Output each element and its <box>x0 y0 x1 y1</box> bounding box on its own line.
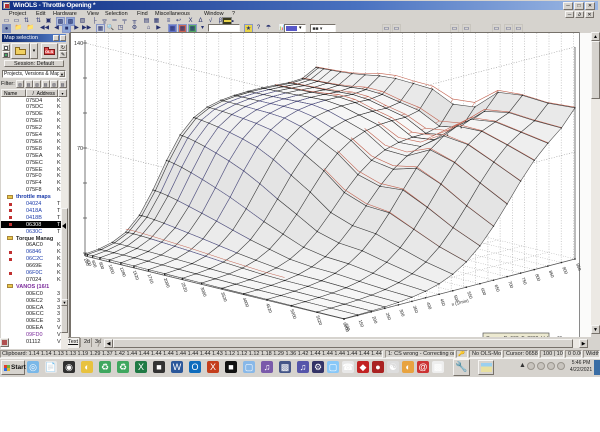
svg-text:950: 950 <box>575 263 582 272</box>
svg-text:150: 150 <box>358 319 365 328</box>
svg-text:140: 140 <box>74 41 83 47</box>
svg-text:200: 200 <box>371 316 378 325</box>
svg-text:3520: 3520 <box>220 291 228 302</box>
svg-text:2520: 2520 <box>180 282 188 293</box>
svg-text:900: 900 <box>561 266 568 275</box>
svg-text:3000: 3000 <box>200 286 208 297</box>
svg-text:400: 400 <box>426 301 433 310</box>
svg-text:300: 300 <box>398 309 405 318</box>
svg-text:70: 70 <box>77 146 83 152</box>
svg-text:250: 250 <box>385 312 392 321</box>
svg-text:800: 800 <box>534 273 541 282</box>
svg-text:4000: 4000 <box>242 297 250 308</box>
svg-text:2000: 2000 <box>163 277 171 288</box>
svg-text:850: 850 <box>548 270 555 279</box>
svg-text:800: 800 <box>98 261 105 270</box>
svg-text:1000: 1000 <box>108 264 116 275</box>
svg-text:1760: 1760 <box>147 273 155 284</box>
svg-text:5520: 5520 <box>315 315 323 326</box>
svg-text:n (1/min): n (1/min) <box>451 298 470 307</box>
svg-text:1280: 1280 <box>119 267 127 278</box>
svg-text:350: 350 <box>412 305 419 314</box>
svg-text:750: 750 <box>521 277 528 286</box>
svg-text:600: 600 <box>91 260 98 269</box>
svg-text:600: 600 <box>480 287 487 296</box>
svg-text:450: 450 <box>439 298 446 307</box>
svg-text:1520: 1520 <box>132 270 140 281</box>
svg-text:650: 650 <box>494 284 501 293</box>
svg-text:5000: 5000 <box>289 309 297 320</box>
svg-text:700: 700 <box>507 280 514 289</box>
svg-text:4520: 4520 <box>265 303 273 314</box>
